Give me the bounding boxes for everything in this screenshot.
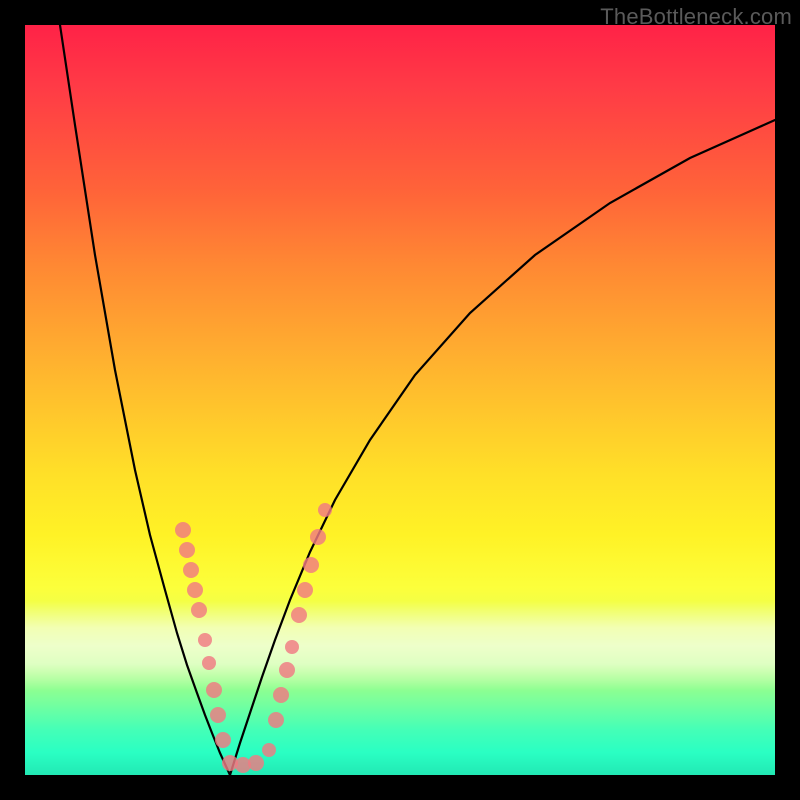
curve-marker	[285, 640, 299, 654]
curve-marker	[202, 656, 216, 670]
curve-marker	[310, 529, 326, 545]
curve-marker	[318, 503, 332, 517]
curve-marker	[210, 707, 226, 723]
curve-right-branch	[230, 120, 775, 775]
curve-markers	[175, 503, 332, 773]
curve-marker	[183, 562, 199, 578]
curve-marker	[248, 755, 264, 771]
curve-marker	[268, 712, 284, 728]
curve-marker	[187, 582, 203, 598]
curve-marker	[206, 682, 222, 698]
curve-marker	[215, 732, 231, 748]
curve-marker	[291, 607, 307, 623]
curve-marker	[303, 557, 319, 573]
curve-marker	[273, 687, 289, 703]
curve-marker	[179, 542, 195, 558]
curve-marker	[262, 743, 276, 757]
curve-marker	[191, 602, 207, 618]
curve-marker	[297, 582, 313, 598]
curve-marker	[175, 522, 191, 538]
curve-marker	[279, 662, 295, 678]
curve-layer	[25, 25, 775, 775]
curve-marker	[198, 633, 212, 647]
